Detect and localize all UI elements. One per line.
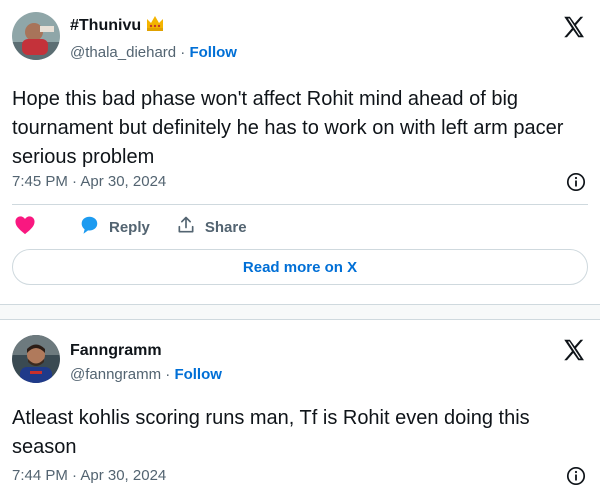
read-more-label: Read more on X xyxy=(242,258,358,276)
follow-button[interactable]: Follow xyxy=(174,366,222,383)
handle[interactable]: @thala_diehard xyxy=(70,44,176,61)
timestamp[interactable]: 7:44 PM · Apr 30, 2024 xyxy=(12,467,166,484)
reply-bubble-icon xyxy=(78,214,100,240)
display-name[interactable]: #Thunivu xyxy=(70,17,141,35)
handle-row: @fanngramm · Follow xyxy=(70,366,222,383)
like-button[interactable] xyxy=(14,215,36,239)
info-icon[interactable] xyxy=(566,172,586,192)
share-button[interactable]: Share xyxy=(176,215,247,239)
action-bar: Reply Share xyxy=(14,212,273,242)
display-name[interactable]: Fanngramm xyxy=(70,342,162,360)
divider xyxy=(12,204,588,205)
info-icon[interactable] xyxy=(566,466,586,486)
tweet-card-1: #Thunivu @thala_diehard · Follow Hope th… xyxy=(0,0,600,305)
avatar[interactable] xyxy=(12,12,60,60)
follow-button[interactable]: Follow xyxy=(189,44,237,61)
x-logo-icon[interactable] xyxy=(561,14,587,40)
share-icon xyxy=(176,215,196,239)
timestamp[interactable]: 7:45 PM · Apr 30, 2024 xyxy=(12,173,166,190)
avatar[interactable] xyxy=(12,335,60,383)
crown-icon xyxy=(145,14,165,37)
reply-button[interactable]: Reply xyxy=(78,214,150,240)
name-row: #Thunivu xyxy=(70,14,165,37)
separator: · xyxy=(176,44,190,61)
x-logo-icon[interactable] xyxy=(561,337,587,363)
share-label: Share xyxy=(204,218,247,236)
name-row: Fanngramm xyxy=(70,342,162,360)
tweet-text: Atleast kohlis scoring runs man, Tf is R… xyxy=(12,407,530,458)
card-separator xyxy=(0,305,600,320)
separator: · xyxy=(161,366,175,383)
handle[interactable]: @fanngramm xyxy=(70,366,161,383)
heart-icon xyxy=(14,215,36,239)
handle-row: @thala_diehard · Follow xyxy=(70,44,237,61)
tweet-text: Hope this bad phase won't affect Rohit m… xyxy=(12,88,564,168)
reply-label: Reply xyxy=(109,218,150,236)
read-more-button[interactable]: Read more on X xyxy=(12,249,588,285)
tweet-card-2: Fanngramm @fanngramm · Follow Atleast ko… xyxy=(0,320,600,486)
